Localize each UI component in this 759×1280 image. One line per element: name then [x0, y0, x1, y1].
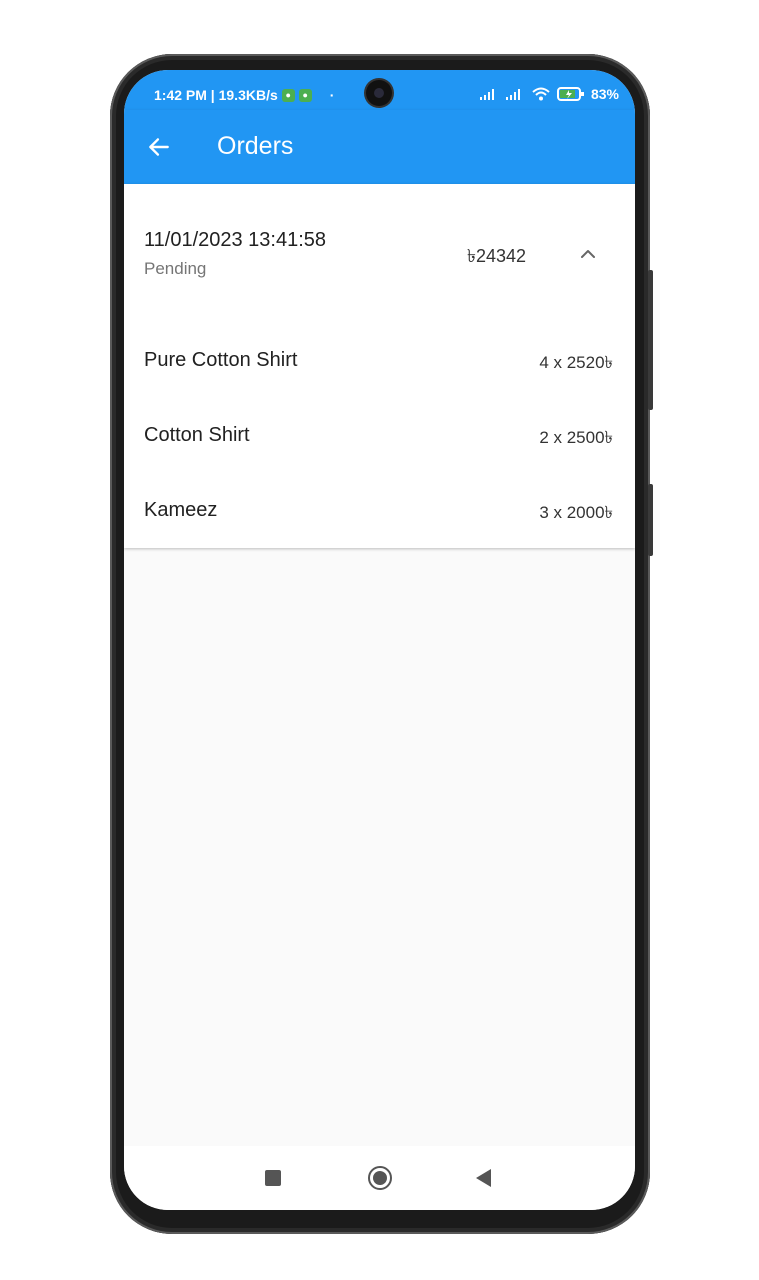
status-time: 1:42 PM | 19.3KB/s: [154, 87, 278, 103]
order-total: ৳24342: [467, 246, 527, 266]
notification-icon: ●: [298, 88, 312, 102]
item-name: Cotton Shirt: [144, 424, 250, 446]
order-status: Pending: [144, 259, 207, 278]
signal-icon: [479, 89, 494, 100]
navigation-bar: [124, 1146, 635, 1210]
volume-button: [648, 270, 653, 410]
status-dot: ·: [329, 87, 335, 103]
home-icon[interactable]: [368, 1166, 392, 1190]
item-quantity-price: 3 x 2000৳: [539, 503, 613, 522]
front-camera: [366, 80, 392, 106]
status-right: 83%: [479, 86, 619, 102]
item-quantity-price: 2 x 2500৳: [539, 428, 613, 447]
status-left: 1:42 PM | 19.3KB/s ● ● ·: [154, 87, 334, 103]
status-bar: 1:42 PM | 19.3KB/s ● ● · 83%: [124, 70, 635, 110]
order-date: 11/01/2023 13:41:58: [144, 229, 327, 251]
signal-icon: [505, 89, 520, 100]
app-bar: Orders: [124, 110, 635, 184]
page-title: Orders: [217, 132, 294, 160]
battery-percent: 83%: [590, 86, 619, 102]
back-nav-icon[interactable]: [476, 1169, 491, 1187]
battery-icon: [556, 87, 584, 101]
notification-icon: ●: [281, 88, 295, 102]
chevron-up-icon[interactable]: [576, 242, 600, 266]
item-name: Kameez: [144, 499, 218, 521]
list-item: Pure Cotton Shirt 4 x 2520৳: [124, 341, 635, 381]
back-arrow-icon[interactable]: [146, 134, 172, 160]
wifi-icon: [532, 87, 550, 101]
item-name: Pure Cotton Shirt: [144, 349, 298, 371]
recent-apps-icon[interactable]: [265, 1170, 281, 1186]
item-quantity-price: 4 x 2520৳: [539, 353, 613, 372]
order-card[interactable]: 11/01/2023 13:41:58 Pending ৳24342 Pure …: [124, 184, 635, 548]
power-button: [648, 484, 653, 556]
phone-screen: 1:42 PM | 19.3KB/s ● ● · 83% Orders 11/0…: [124, 70, 635, 1210]
list-item: Cotton Shirt 2 x 2500৳: [124, 416, 635, 456]
list-item: Kameez 3 x 2000৳: [124, 491, 635, 531]
